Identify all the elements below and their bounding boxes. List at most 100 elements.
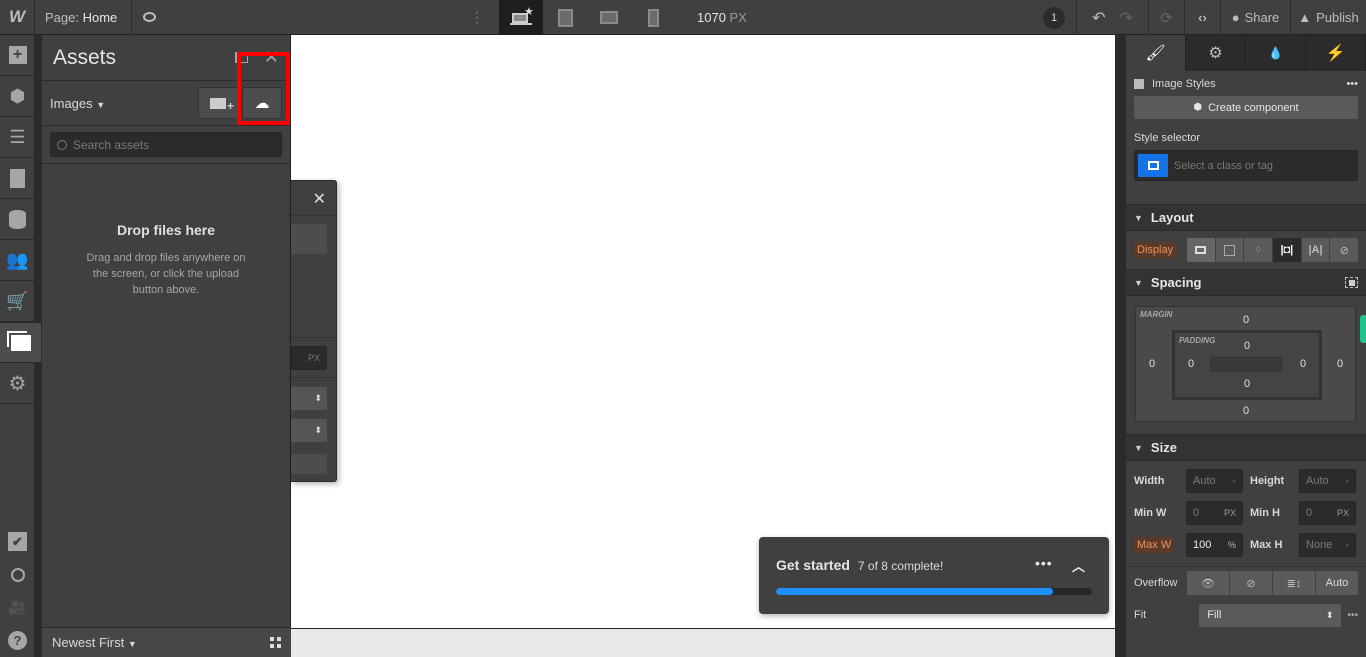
new-folder-button[interactable]: + xyxy=(198,87,238,119)
rail-video-button[interactable]: 🎥 xyxy=(0,591,35,624)
undo-icon[interactable]: ↶ xyxy=(1092,8,1105,28)
preview-button[interactable] xyxy=(132,0,166,35)
notification-count: 1 xyxy=(1043,6,1065,29)
margin-right[interactable]: 0 xyxy=(1330,358,1350,370)
popup-field[interactable] xyxy=(291,454,327,474)
history-controls: ↶ ↷ xyxy=(1076,0,1148,35)
page-prefix: Page: xyxy=(45,9,79,25)
display-grid-button[interactable]: ⁘ xyxy=(1244,238,1274,262)
rail-audit-button[interactable]: ✔ xyxy=(0,525,35,558)
spacing-options-icon[interactable] xyxy=(1345,277,1358,288)
popup-select-2[interactable]: ⬍ xyxy=(291,419,327,442)
canvas-scrollbar[interactable] xyxy=(1115,35,1126,628)
upload-highlight-box xyxy=(237,52,290,125)
margin-top[interactable]: 0 xyxy=(1236,314,1256,326)
drop-zone[interactable]: Drop files here Drag and drop files anyw… xyxy=(42,222,290,298)
publish-button[interactable]: ▲ Publish xyxy=(1290,0,1366,35)
tab-style-manager[interactable]: 💧 xyxy=(1246,35,1306,71)
display-block-button[interactable] xyxy=(1187,238,1216,262)
more-options-icon[interactable]: ••• xyxy=(1346,78,1358,90)
panel-resize-handle[interactable] xyxy=(1360,315,1366,343)
create-component-button[interactable]: ⬢ Create component xyxy=(1134,96,1358,119)
display-inline-block-button[interactable]: |◘| xyxy=(1273,238,1302,262)
rail-ecommerce-button[interactable]: 🛒 xyxy=(0,281,35,322)
padding-left[interactable]: 0 xyxy=(1181,358,1201,370)
user-icon: ● xyxy=(1231,10,1240,25)
tab-settings[interactable]: ⚙ xyxy=(1186,35,1246,71)
search-placeholder: Search assets xyxy=(73,137,150,152)
plus-icon: + xyxy=(8,46,27,64)
display-none-button[interactable]: ⊘ xyxy=(1330,238,1358,262)
breakpoint-mobile-portrait[interactable] xyxy=(631,0,675,35)
width-input[interactable]: Auto - xyxy=(1186,469,1243,493)
max-height-input[interactable]: None - xyxy=(1299,533,1356,557)
more-breakpoints-button[interactable]: ⋮ xyxy=(466,0,488,35)
breakpoint-tablet[interactable] xyxy=(543,0,587,35)
breakpoint-mobile-landscape[interactable] xyxy=(587,0,631,35)
rail-add-button[interactable]: + xyxy=(0,35,35,76)
style-selector-label: Style selector xyxy=(1134,132,1201,144)
min-width-input[interactable]: 0 PX xyxy=(1186,501,1243,525)
collapse-chevron-icon[interactable]: ︿ xyxy=(1072,556,1085,575)
tab-style[interactable]: 🖌 xyxy=(1126,35,1186,71)
get-started-status: 7 of 8 complete! xyxy=(857,559,944,573)
breakpoint-desktop[interactable]: ★ xyxy=(499,0,543,35)
fit-select[interactable]: Fill ⬍ xyxy=(1199,603,1342,627)
height-input[interactable]: Auto - xyxy=(1299,469,1356,493)
padding-label: PADDING xyxy=(1179,336,1216,345)
popup-select-1[interactable]: ⬍ xyxy=(291,387,327,410)
popup-size-input[interactable]: PX xyxy=(291,346,327,370)
overflow-scroll-button[interactable]: ≣↕ xyxy=(1273,571,1316,595)
sync-button[interactable]: ⟳ xyxy=(1148,0,1184,35)
mobile-landscape-icon xyxy=(600,11,618,24)
margin-left[interactable]: 0 xyxy=(1142,358,1162,370)
margin-box: MARGIN 0 0 0 0 PADDING 0 0 0 0 xyxy=(1135,306,1356,422)
size-section-header[interactable]: ▼ Size xyxy=(1126,434,1366,461)
max-width-input[interactable]: 100% xyxy=(1186,533,1243,557)
notifications-button[interactable]: 1 xyxy=(1032,0,1076,35)
display-flex-button[interactable] xyxy=(1216,238,1245,262)
code-export-button[interactable]: ‹› xyxy=(1184,0,1220,35)
rail-assets-button[interactable] xyxy=(0,322,42,363)
style-selector-input[interactable]: Select a class or tag xyxy=(1134,150,1358,181)
search-icon xyxy=(10,567,25,582)
rail-components-button[interactable]: ⬢ xyxy=(0,76,35,117)
video-camera-icon: 🎥 xyxy=(8,599,27,615)
rail-search-button[interactable] xyxy=(0,558,35,591)
layout-section-header[interactable]: ▼ Layout xyxy=(1126,204,1366,231)
redo-icon[interactable]: ↷ xyxy=(1120,8,1133,28)
rail-settings-button[interactable]: ⚙ xyxy=(0,363,35,404)
grid-view-icon[interactable] xyxy=(270,637,281,648)
vertical-dots-icon: ⋮ xyxy=(470,9,484,25)
close-icon[interactable]: ✕ xyxy=(313,189,326,209)
display-label: Display xyxy=(1134,242,1177,258)
webflow-logo[interactable]: W xyxy=(0,0,35,35)
search-assets-input[interactable]: Search assets xyxy=(50,132,282,157)
rail-pages-button[interactable] xyxy=(0,158,35,199)
tab-interactions[interactable]: ⚡ xyxy=(1306,35,1366,71)
more-options-icon[interactable]: ••• xyxy=(1347,610,1358,621)
overflow-hidden-button[interactable]: ⊘ xyxy=(1230,571,1273,595)
navigator-icon: ☰ xyxy=(9,126,26,147)
padding-right[interactable]: 0 xyxy=(1293,358,1313,370)
rail-navigator-button[interactable]: ☰ xyxy=(0,117,35,158)
display-inline-button[interactable]: |A| xyxy=(1302,238,1331,262)
rail-cms-button[interactable] xyxy=(0,199,35,240)
popup-preview-box xyxy=(291,224,327,254)
overflow-auto-button[interactable]: Auto xyxy=(1316,571,1358,595)
spacing-section-header[interactable]: ▼ Spacing xyxy=(1126,269,1366,296)
rail-users-button[interactable]: 👥 xyxy=(0,240,35,281)
width-label: Width xyxy=(1134,475,1165,487)
padding-bottom[interactable]: 0 xyxy=(1237,378,1257,390)
page-selector[interactable]: Page: Home xyxy=(35,0,133,35)
margin-bottom[interactable]: 0 xyxy=(1236,405,1256,417)
asset-type-dropdown[interactable]: Images ▼ xyxy=(50,96,105,111)
sort-dropdown[interactable]: Newest First ▼ xyxy=(52,635,137,650)
more-options-icon[interactable]: ••• xyxy=(1035,555,1053,571)
assets-title: Assets xyxy=(53,45,117,69)
padding-top[interactable]: 0 xyxy=(1237,340,1257,352)
share-button[interactable]: ● Share xyxy=(1220,0,1290,35)
min-height-input[interactable]: 0 PX xyxy=(1299,501,1356,525)
overflow-visible-button[interactable]: 👁 xyxy=(1187,571,1230,595)
rail-help-button[interactable]: ? xyxy=(0,624,35,657)
